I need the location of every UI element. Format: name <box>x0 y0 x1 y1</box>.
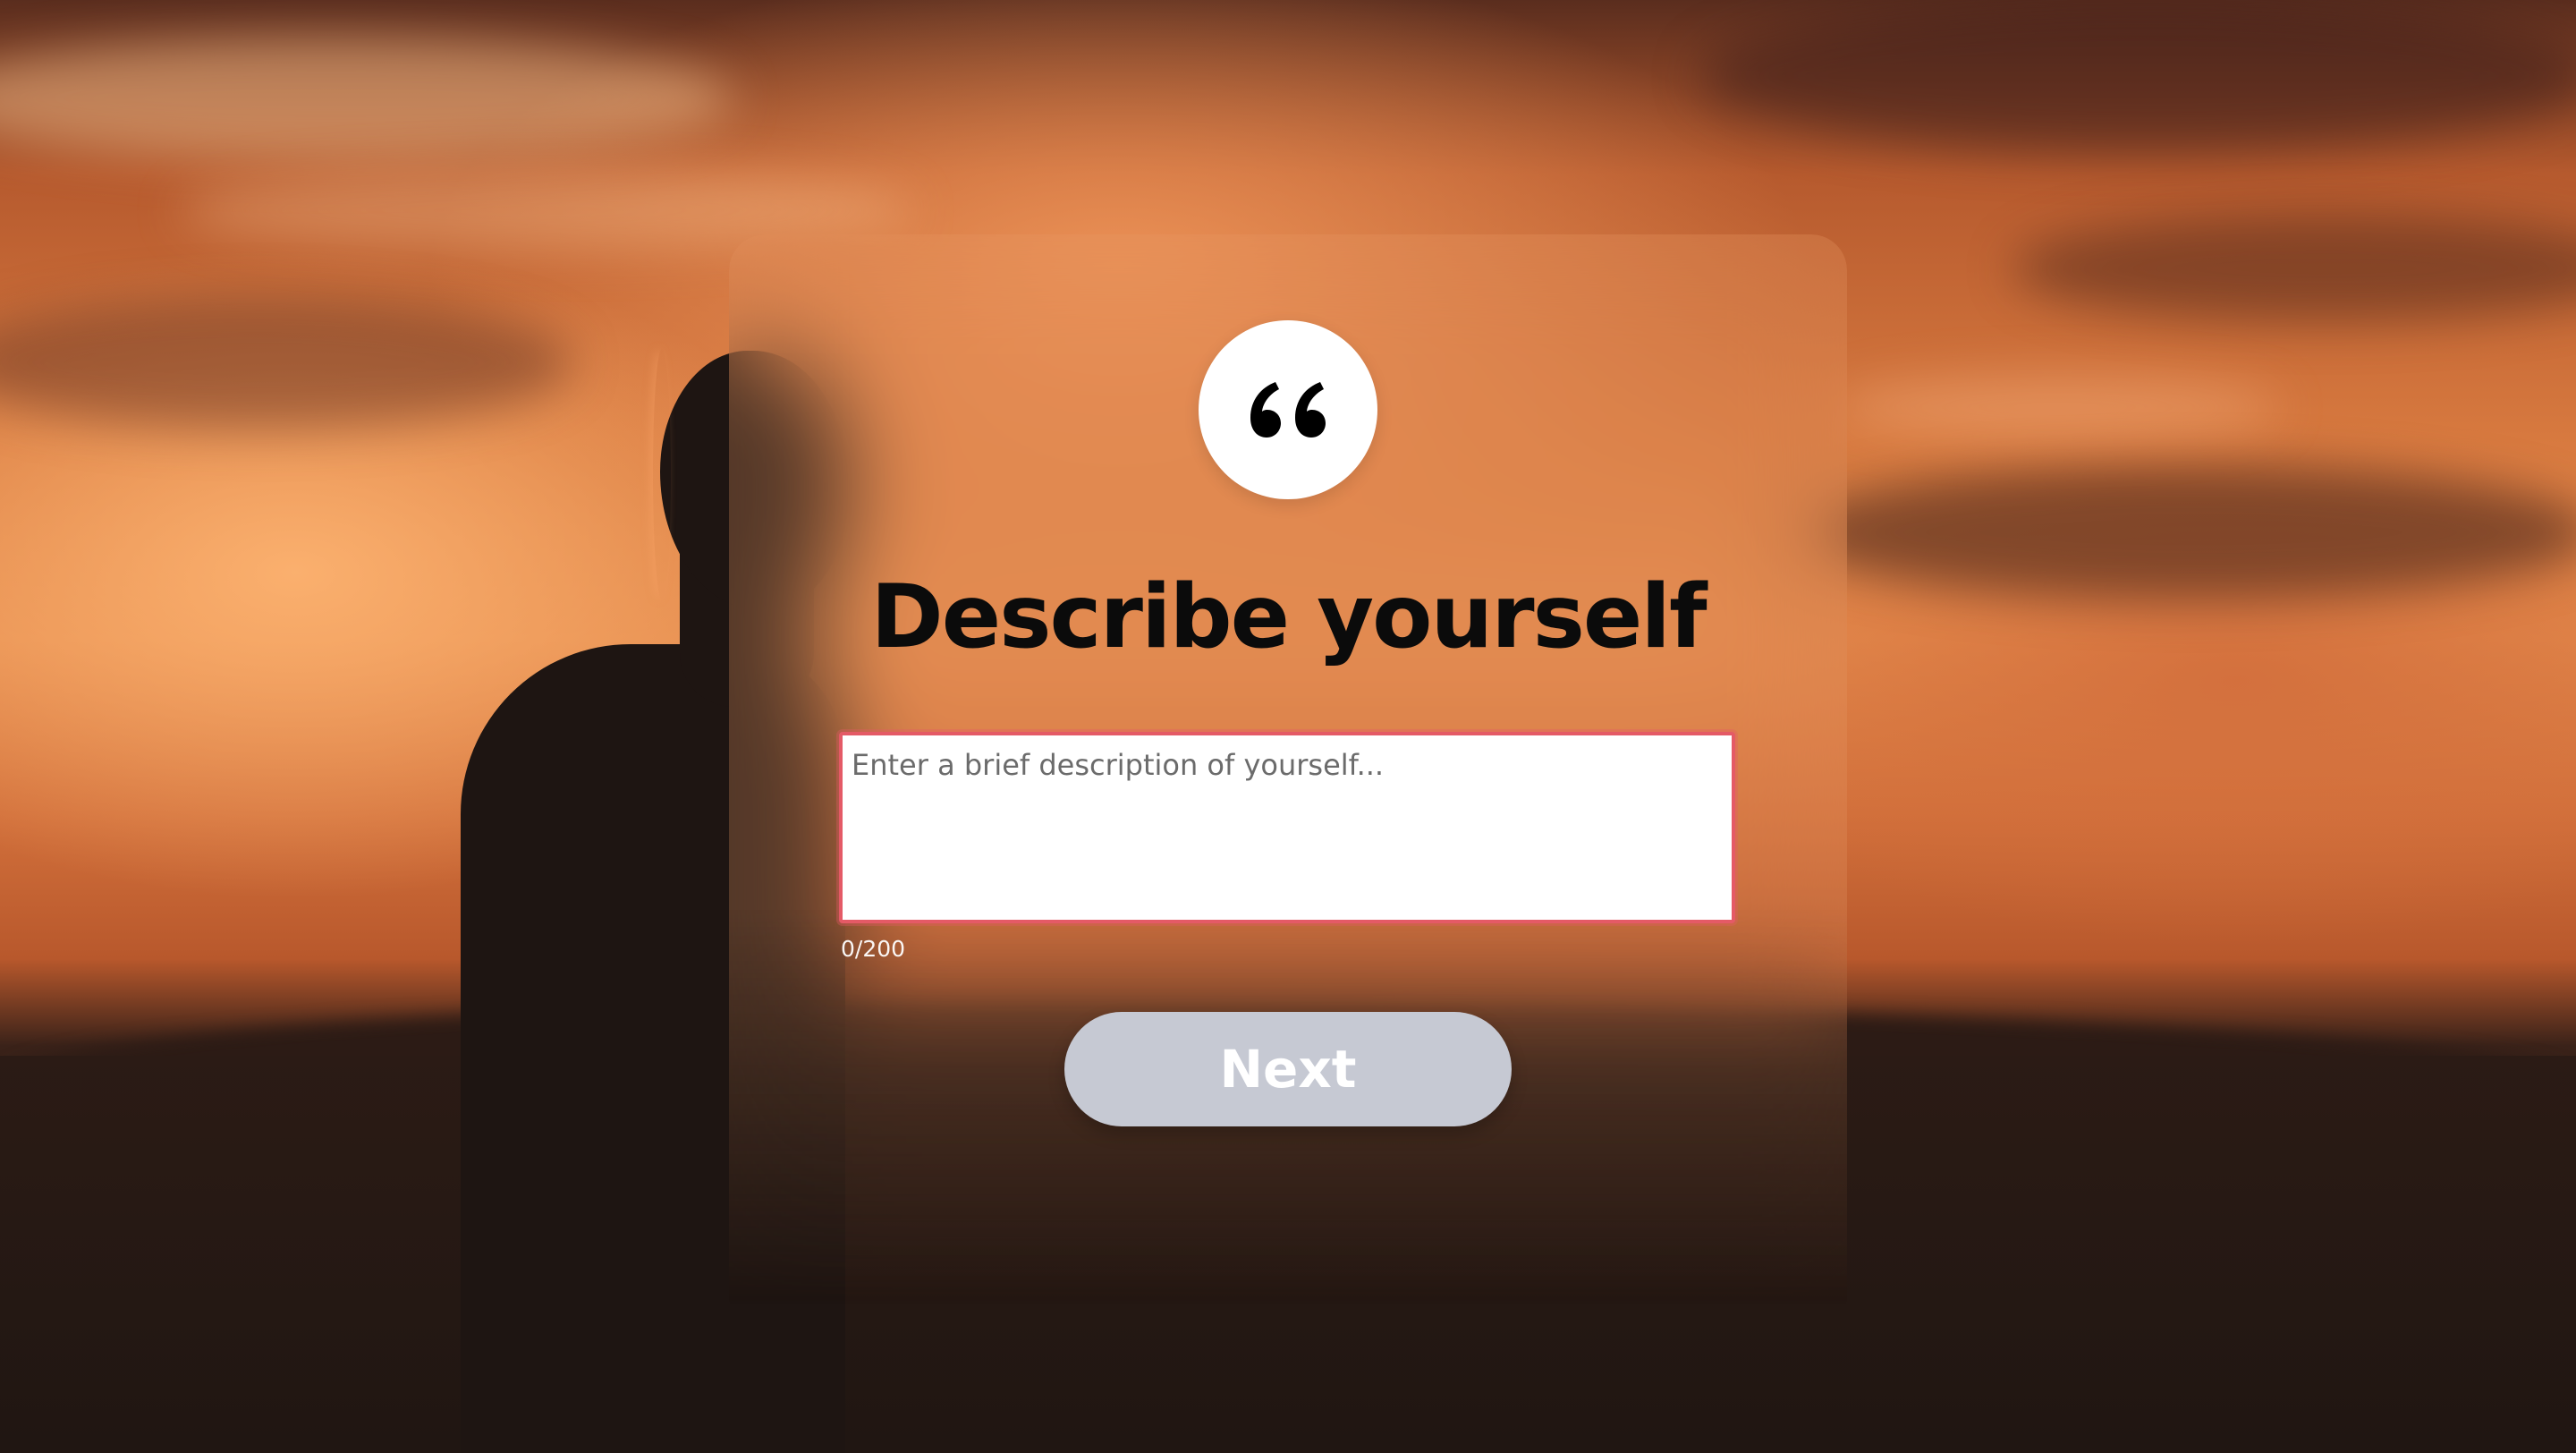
background-cloud <box>1834 376 2281 438</box>
next-button[interactable]: Next <box>1064 1012 1512 1126</box>
page-title: Describe yourself <box>870 566 1707 668</box>
background-person-rimlight <box>653 349 671 599</box>
description-textarea[interactable] <box>839 732 1735 923</box>
quote-icon-badge <box>1199 320 1377 499</box>
background-cloud <box>1699 0 2576 152</box>
quote-icon <box>1250 382 1326 438</box>
page: Describe yourself 0/200 Next <box>0 0 2576 1453</box>
character-counter: 0/200 <box>841 936 906 962</box>
background-cloud <box>1789 465 2576 599</box>
